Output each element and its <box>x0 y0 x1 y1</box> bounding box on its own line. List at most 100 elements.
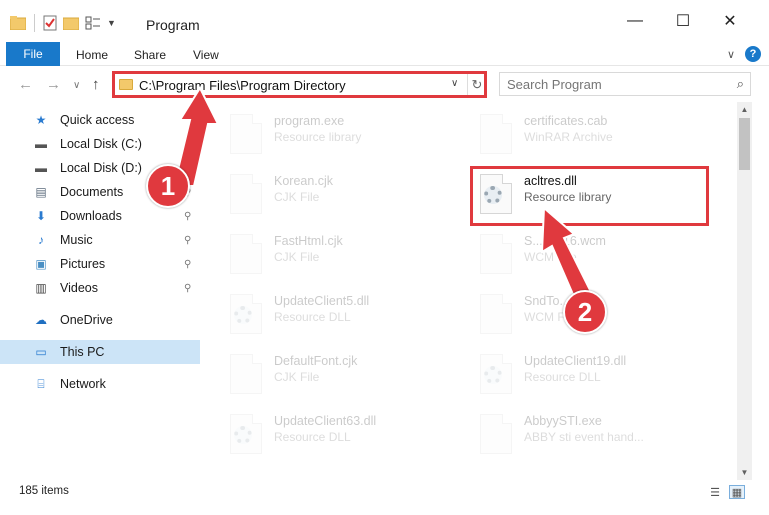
sidebar-item-label: Videos <box>60 281 98 295</box>
close-button[interactable]: ✕ <box>707 8 753 34</box>
search-icon[interactable]: ⌕ <box>737 76 744 92</box>
file-icon <box>480 234 512 274</box>
file-name: DefaultFont.cjk <box>274 354 358 368</box>
sidebar-item-label: OneDrive <box>60 313 113 327</box>
documents-icon: ▤ <box>35 185 47 199</box>
sidebar-item-label: Local Disk (D:) <box>60 161 142 175</box>
tab-home[interactable]: Home <box>76 48 108 62</box>
downloads-icon: ⬇ <box>35 209 47 223</box>
customize-dropdown-icon[interactable]: ▼ <box>107 18 116 28</box>
sidebar-item-label: Documents <box>60 185 124 199</box>
properties-icon[interactable] <box>43 15 57 31</box>
music-icon: ♪ <box>38 233 44 247</box>
title-bar: ▼ Program — ☐ ✕ <box>0 0 769 38</box>
help-icon[interactable]: ? <box>745 46 761 62</box>
pin-icon[interactable]: ⚲ <box>184 235 191 246</box>
tab-file[interactable]: File <box>6 42 60 66</box>
sidebar-item-pictures[interactable]: ▣ Pictures ⚲ <box>0 252 200 276</box>
file-item[interactable]: UpdateClient19.dll Resource DLL <box>472 346 712 404</box>
file-name: Korean.cjk <box>274 174 334 188</box>
tab-share[interactable]: Share <box>134 48 166 62</box>
scroll-up-icon[interactable]: ▲ <box>737 102 752 117</box>
file-name: UpdateClient5.dll <box>274 294 370 308</box>
tab-view[interactable]: View <box>193 48 219 62</box>
onedrive-icon: ☁ <box>35 313 47 327</box>
file-type: Resource DLL <box>274 310 351 324</box>
recent-locations-button[interactable]: ∨ <box>73 80 80 91</box>
file-item[interactable]: program.exe Resource library <box>222 106 462 164</box>
vertical-scrollbar[interactable]: ▲ ▼ <box>737 102 752 480</box>
file-item[interactable]: AbbyySTI.exe ABBY sti event hand... <box>472 406 712 464</box>
drive-icon: ▬ <box>35 161 47 175</box>
toolbar-separator <box>34 14 35 32</box>
expand-ribbon-icon[interactable]: ∨ <box>727 48 735 61</box>
callout-marker-1: 1 <box>146 164 190 208</box>
file-type: Resource library <box>274 130 362 144</box>
file-name: UpdateClient19.dll <box>524 354 627 368</box>
sidebar-item-this-pc[interactable]: ▭ This PC <box>0 340 200 364</box>
sidebar-item-onedrive[interactable]: ☁ OneDrive <box>0 308 200 332</box>
back-button[interactable]: ← <box>18 76 33 93</box>
file-item[interactable]: FastHtml.cjk CJK File <box>222 226 462 284</box>
ribbon: File Home Share View ∨ ? <box>0 38 769 66</box>
pin-icon[interactable]: ⚲ <box>184 259 191 270</box>
drive-icon: ▬ <box>35 137 47 151</box>
file-item[interactable]: Korean.cjk CJK File <box>222 166 462 224</box>
details-view-icon[interactable]: ☰ <box>707 485 723 499</box>
sidebar-item-label: This PC <box>60 345 105 359</box>
sidebar-item-label: Music <box>60 233 93 247</box>
file-item[interactable]: certificates.cab WinRAR Archive <box>472 106 712 164</box>
file-type: Resource DLL <box>274 430 351 444</box>
sidebar-item-music[interactable]: ♪ Music ⚲ <box>0 228 200 252</box>
file-type: Resource DLL <box>524 370 601 384</box>
refresh-button[interactable]: ↻ <box>467 74 486 95</box>
sidebar-item-label: Local Disk (C:) <box>60 137 142 151</box>
search-input[interactable] <box>507 73 707 95</box>
scroll-thumb[interactable] <box>739 118 750 170</box>
sidebar-item-label: Network <box>60 377 106 391</box>
new-folder-icon[interactable] <box>63 16 79 30</box>
file-icon <box>480 294 512 334</box>
pin-icon[interactable]: ⚲ <box>184 211 191 222</box>
navigation-bar: ← → ∨ ↑ C:\Program Files\Program Directo… <box>0 68 769 100</box>
sidebar-item-videos[interactable]: ▥ Videos ⚲ <box>0 276 200 300</box>
forward-button[interactable]: → <box>46 76 61 93</box>
file-item[interactable]: UpdateClient63.dll Resource DLL <box>222 406 462 464</box>
file-type: WinRAR Archive <box>524 130 613 144</box>
file-icon <box>480 414 512 454</box>
scroll-down-icon[interactable]: ▼ <box>737 465 752 480</box>
sidebar-item-label: Quick access <box>60 113 135 127</box>
up-button[interactable]: ↑ <box>92 76 100 93</box>
file-type: CJK File <box>274 370 320 384</box>
file-name: FastHtml.cjk <box>274 234 343 248</box>
window-title: Program <box>146 17 200 33</box>
sidebar-item-label: Pictures <box>60 257 106 271</box>
sidebar-item-network[interactable]: ⌸ Network <box>0 372 200 396</box>
callout-marker-2: 2 <box>563 290 607 334</box>
file-icon <box>230 174 262 214</box>
file-item[interactable]: DefaultFont.cjk CJK File <box>222 346 462 404</box>
pin-icon[interactable]: ⚲ <box>184 283 191 294</box>
file-type: CJK File <box>274 250 320 264</box>
file-name: certificates.cab <box>524 114 608 128</box>
file-type: ABBY sti event hand... <box>524 430 644 444</box>
file-name: program.exe <box>274 114 345 128</box>
file-icon <box>230 234 262 274</box>
network-icon: ⌸ <box>37 376 45 391</box>
pictures-icon: ▣ <box>35 257 47 271</box>
file-type: CJK File <box>274 190 320 204</box>
address-dropdown-icon[interactable]: ∨ <box>451 78 458 89</box>
gear-icon <box>484 366 502 384</box>
videos-icon: ▥ <box>35 281 47 295</box>
file-icon <box>230 114 262 154</box>
file-name: AbbyySTI.exe <box>524 414 602 428</box>
file-item[interactable]: UpdateClient5.dll Resource DLL <box>222 286 462 344</box>
file-list: program.exe Resource library certificates.… <box>220 104 735 474</box>
maximize-button[interactable]: ☐ <box>660 8 706 34</box>
star-icon: ★ <box>35 113 47 127</box>
minimize-button[interactable]: — <box>612 8 658 34</box>
customize-view-icon[interactable] <box>85 16 101 30</box>
large-icons-view-icon[interactable]: ▦ <box>729 485 745 499</box>
search-box: ⌕ <box>499 72 751 96</box>
sidebar-item-label: Downloads <box>60 209 122 223</box>
